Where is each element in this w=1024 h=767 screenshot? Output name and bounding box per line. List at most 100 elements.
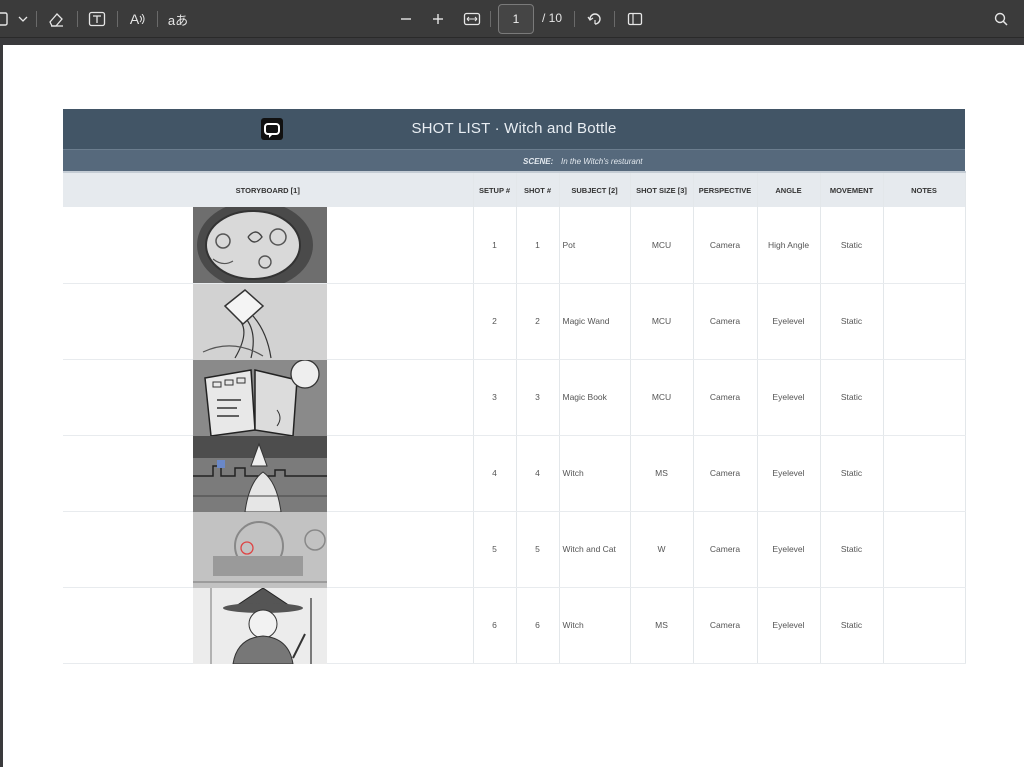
angle-cell: Eyelevel bbox=[757, 435, 821, 512]
shot-cell: 3 bbox=[516, 359, 560, 436]
subject-cell: Pot bbox=[559, 207, 631, 284]
notes-cell bbox=[883, 207, 966, 284]
storyboard-image-magic-wand bbox=[193, 283, 327, 360]
chevron-down-icon[interactable] bbox=[16, 8, 30, 30]
movement-cell: Static bbox=[820, 207, 884, 284]
storyboard-cell bbox=[63, 359, 474, 436]
subject-cell: Witch bbox=[559, 587, 631, 664]
notes-cell bbox=[883, 435, 966, 512]
perspective-cell: Camera bbox=[693, 283, 758, 360]
setup-cell: 1 bbox=[473, 207, 517, 284]
subject-cell: Witch bbox=[559, 435, 631, 512]
rotate-icon[interactable] bbox=[584, 8, 606, 30]
notes-cell bbox=[883, 587, 966, 664]
setup-cell: 4 bbox=[473, 435, 517, 512]
translate-icon[interactable]: aあ bbox=[166, 8, 190, 30]
column-header: MOVEMENT bbox=[820, 171, 884, 207]
document-viewer[interactable]: SHOT LIST · Witch and Bottle SCENE: In t… bbox=[0, 38, 1024, 767]
column-header: ANGLE bbox=[757, 171, 821, 207]
notes-cell bbox=[883, 283, 966, 360]
shot-size-cell: MCU bbox=[630, 283, 694, 360]
movement-cell: Static bbox=[820, 511, 884, 588]
pdf-toolbar: A aあ 1 / 10 bbox=[0, 0, 1024, 38]
movement-cell: Static bbox=[820, 435, 884, 512]
perspective-cell: Camera bbox=[693, 511, 758, 588]
two-page-icon[interactable] bbox=[624, 8, 646, 30]
zoom-out-icon[interactable] bbox=[396, 8, 416, 30]
table-row: 3 3 Magic Book MCU Camera Eyelevel Stati… bbox=[63, 359, 966, 436]
storyboard-cell bbox=[63, 435, 474, 512]
perspective-cell: Camera bbox=[693, 587, 758, 664]
column-header: SUBJECT [2] bbox=[559, 171, 631, 207]
shot-table: STORYBOARD [1] SETUP # SHOT # SUBJECT [2… bbox=[63, 171, 966, 664]
sidebar-icon[interactable] bbox=[0, 8, 10, 30]
shot-size-cell: MS bbox=[630, 435, 694, 512]
storyboard-cell bbox=[63, 283, 474, 360]
setup-cell: 3 bbox=[473, 359, 517, 436]
storyboard-cell bbox=[63, 207, 474, 284]
table-row: 2 2 Magic Wand MCU Camera Eyelevel Stati… bbox=[63, 283, 966, 360]
notes-cell bbox=[883, 359, 966, 436]
column-header: STORYBOARD [1] bbox=[63, 171, 474, 207]
page-number-input[interactable]: 1 bbox=[498, 4, 534, 34]
column-header: SHOT # bbox=[516, 171, 560, 207]
angle-cell: High Angle bbox=[757, 207, 821, 284]
setup-cell: 2 bbox=[473, 283, 517, 360]
shot-cell: 1 bbox=[516, 207, 560, 284]
perspective-cell: Camera bbox=[693, 359, 758, 436]
column-header: NOTES bbox=[883, 171, 966, 207]
table-row: 1 1 Pot MCU Camera High Angle Static bbox=[63, 207, 966, 284]
angle-cell: Eyelevel bbox=[757, 587, 821, 664]
scene-label: SCENE: bbox=[523, 157, 554, 166]
subject-cell: Magic Book bbox=[559, 359, 631, 436]
storyboard-cell bbox=[63, 511, 474, 588]
shot-list-sheet: SHOT LIST · Witch and Bottle SCENE: In t… bbox=[63, 109, 966, 664]
notes-cell bbox=[883, 511, 966, 588]
pdf-page: SHOT LIST · Witch and Bottle SCENE: In t… bbox=[3, 45, 1024, 767]
fit-width-icon[interactable] bbox=[461, 8, 483, 30]
perspective-cell: Camera bbox=[693, 435, 758, 512]
angle-cell: Eyelevel bbox=[757, 511, 821, 588]
setup-cell: 6 bbox=[473, 587, 517, 664]
sheet-title: SHOT LIST · Witch and Bottle bbox=[411, 120, 617, 137]
scene-bar: SCENE: In the Witch's resturant bbox=[63, 149, 965, 171]
shot-size-cell: MCU bbox=[630, 359, 694, 436]
shot-cell: 5 bbox=[516, 511, 560, 588]
shot-size-cell: MS bbox=[630, 587, 694, 664]
storyboard-image-witch-closeup bbox=[193, 587, 327, 664]
search-icon[interactable] bbox=[990, 8, 1012, 30]
title-bar: SHOT LIST · Witch and Bottle bbox=[63, 109, 965, 149]
scene-value: In the Witch's resturant bbox=[561, 157, 643, 166]
shot-cell: 4 bbox=[516, 435, 560, 512]
read-aloud-icon[interactable]: A bbox=[127, 8, 149, 30]
table-header-row: STORYBOARD [1] SETUP # SHOT # SUBJECT [2… bbox=[63, 171, 966, 207]
storyboard-image-magic-book bbox=[193, 359, 327, 436]
angle-cell: Eyelevel bbox=[757, 283, 821, 360]
shot-cell: 2 bbox=[516, 283, 560, 360]
text-box-icon[interactable] bbox=[86, 8, 108, 30]
setup-cell: 5 bbox=[473, 511, 517, 588]
column-header: SHOT SIZE [3] bbox=[630, 171, 694, 207]
table-row: 4 4 Witch MS Camera Eyelevel Static bbox=[63, 435, 966, 512]
page-total: / 10 bbox=[542, 11, 563, 25]
read-aloud-label: A bbox=[129, 11, 140, 27]
subject-cell: Witch and Cat bbox=[559, 511, 631, 588]
movement-cell: Static bbox=[820, 359, 884, 436]
zoom-in-icon[interactable] bbox=[428, 8, 448, 30]
movement-cell: Static bbox=[820, 283, 884, 360]
movement-cell: Static bbox=[820, 587, 884, 664]
shot-size-cell: W bbox=[630, 511, 694, 588]
table-row: 5 5 Witch and Cat W Camera Eyelevel Stat… bbox=[63, 511, 966, 588]
shot-cell: 6 bbox=[516, 587, 560, 664]
translate-label: aあ bbox=[167, 12, 189, 28]
subject-cell: Magic Wand bbox=[559, 283, 631, 360]
storyboard-image-witch bbox=[193, 435, 327, 512]
storyboard-cell bbox=[63, 587, 474, 664]
shot-size-cell: MCU bbox=[630, 207, 694, 284]
eraser-icon[interactable] bbox=[45, 8, 67, 30]
storyboard-image-witch-and-cat bbox=[193, 511, 327, 588]
perspective-cell: Camera bbox=[693, 207, 758, 284]
column-header: PERSPECTIVE bbox=[693, 171, 758, 207]
angle-cell: Eyelevel bbox=[757, 359, 821, 436]
column-header: SETUP # bbox=[473, 171, 517, 207]
